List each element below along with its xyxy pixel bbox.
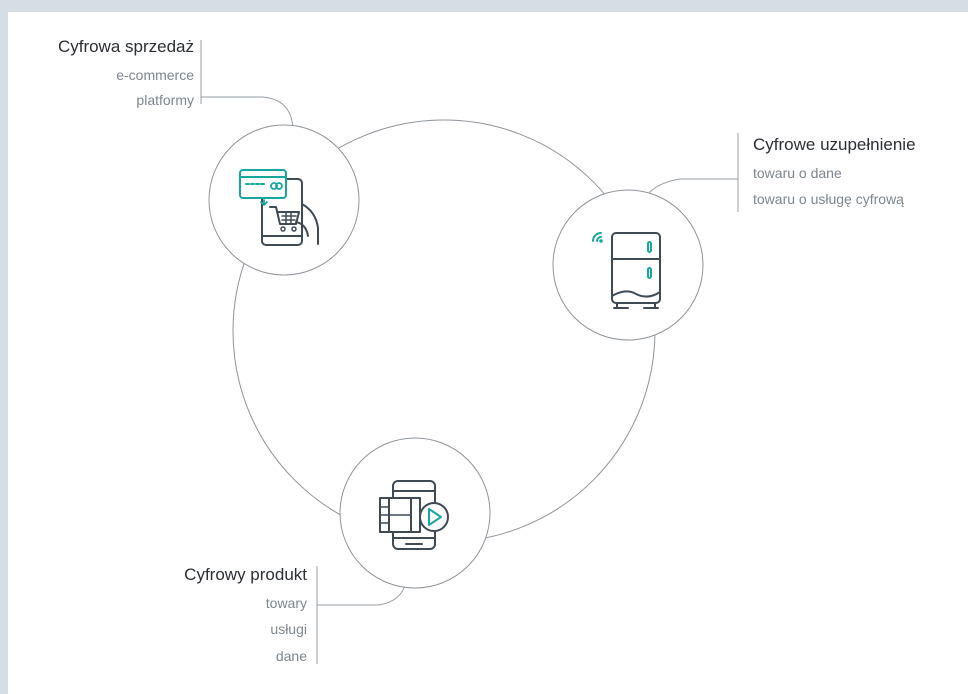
node-circle-supplement — [552, 189, 704, 341]
node-subtitle: towary — [265, 595, 307, 611]
node-title: Cyfrowy produkt — [184, 565, 307, 584]
node-subtitle: usługi — [270, 621, 307, 637]
connector-product — [317, 584, 406, 606]
connector-supplement — [645, 178, 738, 198]
node-title: Cyfrowe uzupełnienie — [753, 135, 916, 154]
node-subtitle: dane — [275, 648, 307, 664]
node-subtitle: towaru o usługę cyfrową — [753, 191, 904, 207]
node-circle-sales — [208, 124, 360, 276]
node-subtitle: platformy — [136, 92, 194, 108]
node-subtitle: e-commerce — [116, 67, 194, 83]
node-title: Cyfrowa sprzedaż — [57, 37, 194, 56]
node-subtitle: towaru o dane — [753, 165, 842, 181]
